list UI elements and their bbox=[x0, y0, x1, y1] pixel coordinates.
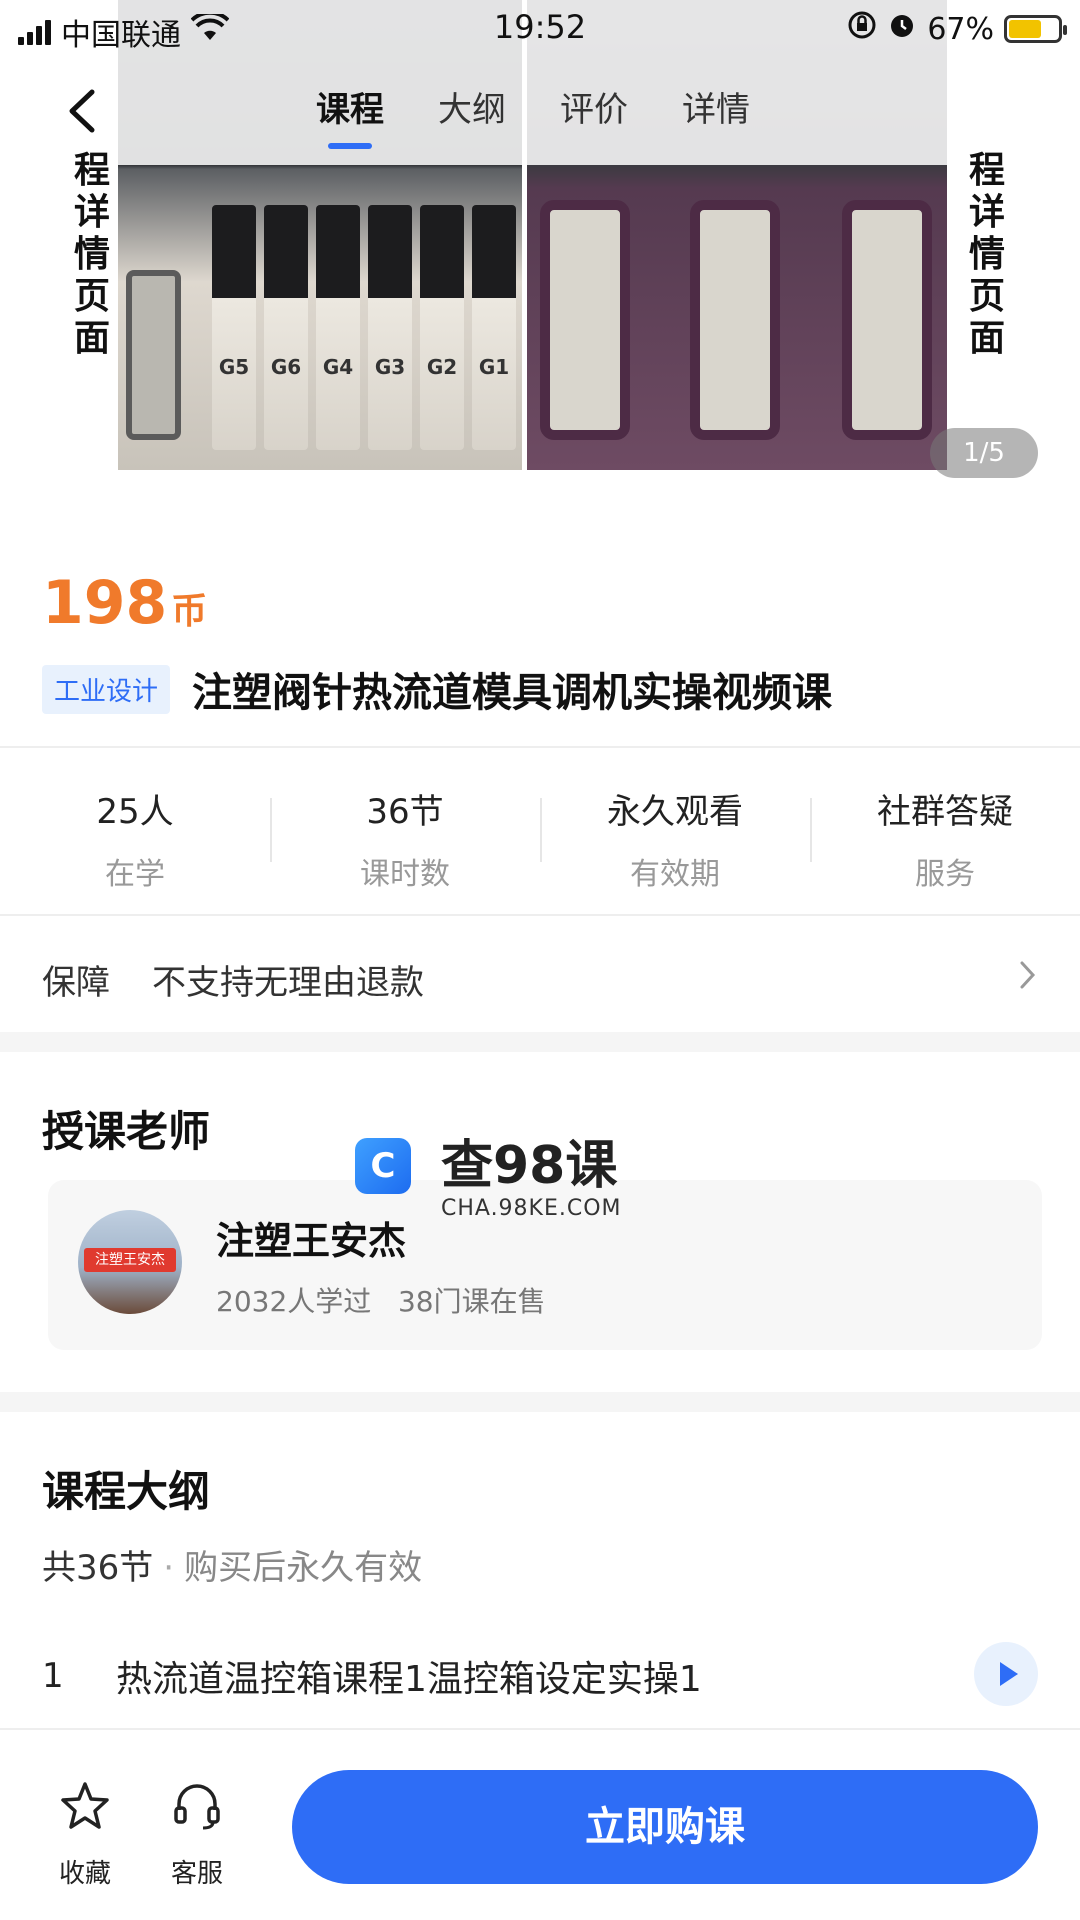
favorite-button[interactable]: 收藏 bbox=[40, 1778, 130, 1890]
star-icon bbox=[40, 1778, 130, 1847]
stat-label: 服务 bbox=[915, 857, 975, 892]
stat-value: 25人 bbox=[96, 792, 174, 832]
connector-image bbox=[540, 200, 630, 440]
course-detail-page: G5 G6 G4 G3 G2 G1 程详情页面 程详情页面 1/5 中国联通 1… bbox=[0, 0, 1080, 1920]
stat-value: 36节 bbox=[366, 792, 444, 832]
title-row: 工业设计 注塑阀针热流道模具调机实操视频课 bbox=[42, 660, 832, 718]
valve: G4 bbox=[316, 205, 360, 450]
back-icon[interactable] bbox=[62, 86, 112, 136]
buy-now-button[interactable]: 立即购课 bbox=[292, 1770, 1038, 1884]
guarantee-value: 不支持无理由退款 bbox=[152, 963, 424, 1003]
valve: G2 bbox=[420, 205, 464, 450]
alarm-icon bbox=[887, 10, 917, 48]
teacher-learners: 2032人学过 bbox=[216, 1285, 372, 1318]
connector-image bbox=[690, 200, 780, 440]
watermark: C 查98课 CHA.98KE.COM bbox=[355, 1138, 622, 1221]
teacher-meta: 2032人学过 38门课在售 bbox=[216, 1280, 546, 1320]
avatar-banner: 注塑王安杰 bbox=[84, 1248, 176, 1272]
valve: G5 bbox=[212, 205, 256, 450]
divider bbox=[0, 914, 1080, 916]
rotation-lock-icon bbox=[847, 10, 877, 48]
tab-course[interactable]: 课程 bbox=[316, 82, 384, 149]
stat-service: 社群答疑 服务 bbox=[810, 748, 1080, 914]
teacher-courses: 38门课在售 bbox=[397, 1285, 546, 1318]
section-gap bbox=[0, 1392, 1080, 1412]
lesson-number: 1 bbox=[42, 1656, 64, 1696]
section-tabs: 课程 大纲 评价 详情 bbox=[316, 82, 750, 149]
course-price: 198 币 bbox=[42, 568, 207, 638]
battery-fill bbox=[1009, 20, 1042, 38]
valve-label: G1 bbox=[478, 355, 510, 379]
headset-icon bbox=[152, 1778, 242, 1847]
stat-label: 课时数 bbox=[360, 857, 450, 892]
favorite-label: 收藏 bbox=[58, 1859, 111, 1889]
valve: G6 bbox=[264, 205, 308, 450]
valve: G3 bbox=[368, 205, 412, 450]
syllabus-meta: 共36节 · 购买后永久有效 bbox=[42, 1540, 422, 1589]
category-tag: 工业设计 bbox=[42, 664, 171, 714]
battery-icon bbox=[1004, 15, 1067, 43]
teacher-section-title: 授课老师 bbox=[42, 1107, 211, 1156]
syllabus-section-title: 课程大纲 bbox=[42, 1467, 211, 1516]
valve-label: G6 bbox=[270, 355, 302, 379]
valve-label: G4 bbox=[322, 355, 354, 379]
watermark-text: 查98课 CHA.98KE.COM bbox=[441, 1138, 622, 1221]
watermark-main: 查98课 bbox=[441, 1136, 618, 1196]
battery-percent: 67% bbox=[927, 11, 994, 47]
course-title: 注塑阀针热流道模具调机实操视频课 bbox=[192, 670, 833, 716]
section-gap bbox=[0, 1032, 1080, 1052]
connector-image bbox=[126, 270, 181, 440]
stat-validity: 永久观看 有效期 bbox=[540, 748, 810, 914]
stat-value: 社群答疑 bbox=[877, 792, 1013, 832]
stat-label: 有效期 bbox=[630, 857, 720, 892]
carousel-pager: 1/5 bbox=[930, 428, 1038, 478]
stat-learners: 25人 在学 bbox=[0, 748, 270, 914]
stat-label: 在学 bbox=[105, 857, 165, 892]
watermark-sub: CHA.98KE.COM bbox=[441, 1196, 622, 1221]
guarantee-row[interactable]: 保障 不支持无理由退款 bbox=[42, 955, 1038, 1004]
course-stats: 25人 在学 36节 课时数 永久观看 有效期 社群答疑 服务 bbox=[0, 748, 1080, 914]
meta-separator: · bbox=[163, 1548, 175, 1588]
lesson-count: 共36节 bbox=[42, 1548, 154, 1588]
top-nav: 课程 大纲 评价 详情 bbox=[0, 66, 1080, 162]
tab-reviews[interactable]: 评价 bbox=[560, 82, 628, 149]
tab-details[interactable]: 详情 bbox=[682, 82, 750, 149]
connector-image bbox=[842, 200, 932, 440]
valve-row: G5 G6 G4 G3 G2 G1 bbox=[212, 205, 516, 450]
watermark-logo-icon: C bbox=[355, 1138, 411, 1194]
hero-overlay-text-right: 程详情页面 bbox=[968, 150, 1005, 359]
valve: G1 bbox=[472, 205, 516, 450]
bottom-action-bar: 收藏 客服 立即购课 bbox=[0, 1728, 1080, 1920]
chevron-right-icon bbox=[1018, 959, 1038, 1000]
valve-label: G2 bbox=[426, 355, 458, 379]
play-icon[interactable] bbox=[974, 1642, 1038, 1706]
status-bar: 中国联通 19:52 67% bbox=[0, 0, 1080, 56]
valve-label: G3 bbox=[374, 355, 406, 379]
stat-value: 永久观看 bbox=[607, 792, 743, 832]
price-unit: 币 bbox=[171, 591, 208, 632]
hero-overlay-text-left: 程详情页面 bbox=[73, 150, 110, 359]
price-value: 198 bbox=[42, 568, 168, 638]
lesson-item[interactable]: 1 热流道温控箱课程1温控箱设定实操1 bbox=[42, 1642, 1038, 1706]
status-right: 67% bbox=[847, 10, 1067, 48]
tab-outline[interactable]: 大纲 bbox=[438, 82, 506, 149]
guarantee-label: 保障 bbox=[42, 963, 110, 1003]
avatar: 注塑王安杰 bbox=[78, 1210, 182, 1314]
customer-service-button[interactable]: 客服 bbox=[152, 1778, 242, 1890]
service-label: 客服 bbox=[170, 1859, 223, 1889]
valve-label: G5 bbox=[218, 355, 250, 379]
syllabus-note: 购买后永久有效 bbox=[184, 1548, 423, 1588]
stat-lessons: 36节 课时数 bbox=[270, 748, 540, 914]
lesson-title: 热流道温控箱课程1温控箱设定实操1 bbox=[116, 1659, 702, 1700]
